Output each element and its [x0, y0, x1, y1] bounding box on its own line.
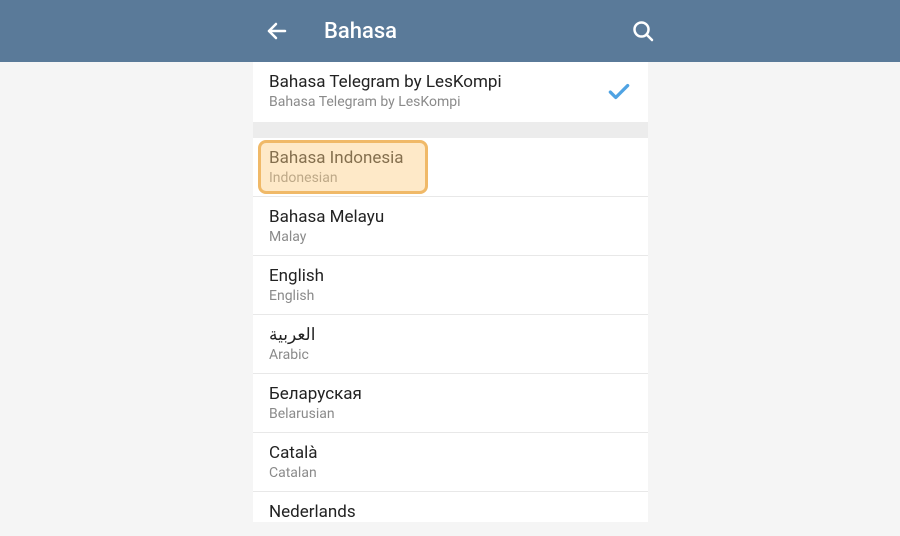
- language-subtitle: Indonesian: [269, 170, 632, 186]
- language-item-malay[interactable]: Bahasa Melayu Malay: [253, 197, 648, 256]
- language-title: Nederlands: [269, 502, 632, 522]
- content-area: Bahasa Telegram by LesKompi Bahasa Teleg…: [0, 62, 900, 522]
- check-icon: [606, 78, 632, 104]
- language-subtitle: Arabic: [269, 347, 632, 363]
- language-title: English: [269, 266, 632, 286]
- back-area: Bahasa: [265, 19, 397, 44]
- language-subtitle: Catalan: [269, 465, 632, 481]
- page-title: Bahasa: [324, 19, 397, 44]
- language-title: Bahasa Melayu: [269, 207, 632, 227]
- app-bar: Bahasa: [0, 0, 900, 62]
- language-title: Bahasa Indonesia: [269, 148, 632, 168]
- language-list: Bahasa Telegram by LesKompi Bahasa Teleg…: [253, 62, 648, 522]
- language-item-belarusian[interactable]: Беларуская Belarusian: [253, 374, 648, 433]
- language-subtitle: Belarusian: [269, 406, 632, 422]
- language-item-catalan[interactable]: Català Catalan: [253, 433, 648, 492]
- search-icon[interactable]: [631, 19, 655, 43]
- language-subtitle: Malay: [269, 229, 632, 245]
- section-spacer: [253, 122, 648, 138]
- language-title: العربية: [269, 325, 632, 345]
- language-item-dutch[interactable]: Nederlands: [253, 492, 648, 522]
- language-subtitle: English: [269, 288, 632, 304]
- language-title: Català: [269, 443, 632, 463]
- language-title: Беларуская: [269, 384, 632, 404]
- language-item-indonesian[interactable]: Bahasa Indonesia Indonesian: [253, 138, 648, 197]
- language-item-english[interactable]: English English: [253, 256, 648, 315]
- current-language-item[interactable]: Bahasa Telegram by LesKompi Bahasa Teleg…: [253, 62, 648, 122]
- current-language-text: Bahasa Telegram by LesKompi Bahasa Teleg…: [269, 72, 606, 110]
- current-language-title: Bahasa Telegram by LesKompi: [269, 72, 606, 92]
- back-icon[interactable]: [265, 19, 289, 43]
- current-language-subtitle: Bahasa Telegram by LesKompi: [269, 94, 606, 110]
- language-item-arabic[interactable]: العربية Arabic: [253, 315, 648, 374]
